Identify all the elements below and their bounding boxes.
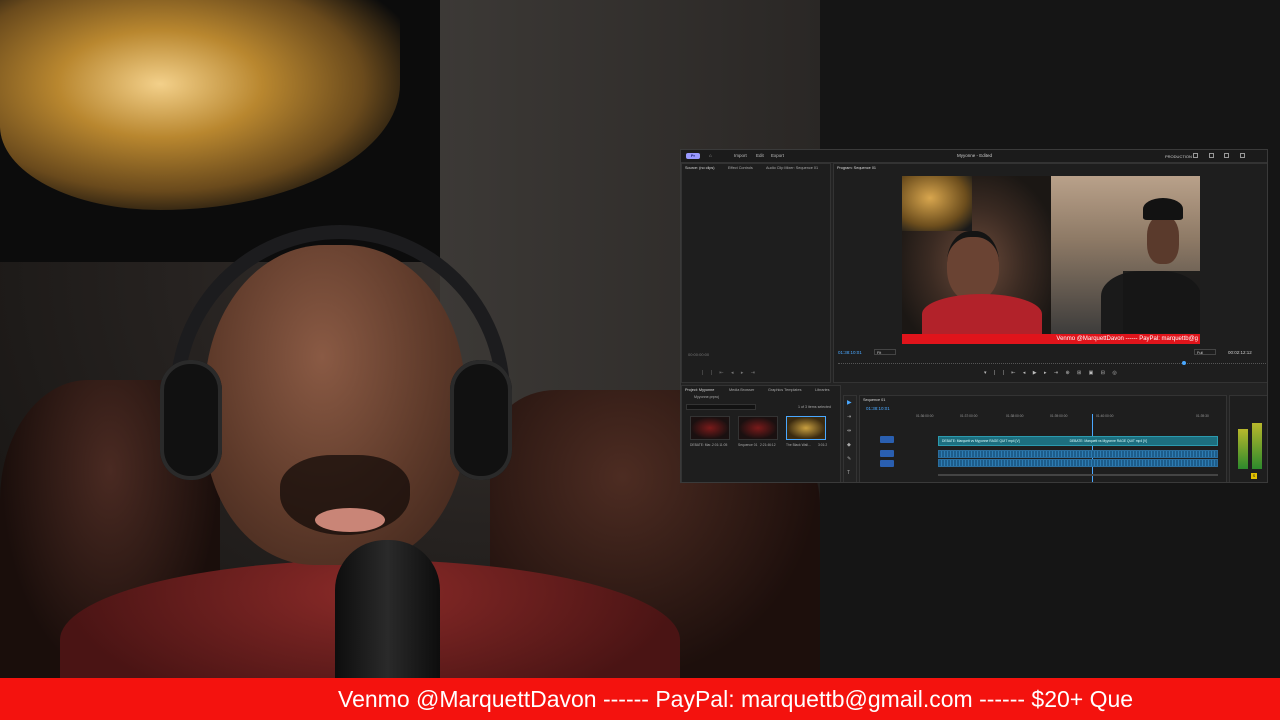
premiere-logo-icon[interactable]: Pr	[686, 153, 700, 159]
project-item-duration: 2:21:46:12	[760, 443, 776, 447]
solo-button[interactable]: S	[1251, 473, 1257, 479]
mouth	[315, 508, 385, 532]
app-title-bar: Pr ⌂ Import Edit Export Myyonne - Edited…	[681, 150, 1267, 163]
tab-media-browser[interactable]: Media Browser	[729, 388, 754, 392]
source-timecode[interactable]: 00:00:00:00	[688, 352, 709, 357]
fit-dropdown[interactable]: Fit	[874, 349, 896, 355]
program-monitor[interactable]: Program: Sequence 01 Venmo @MarquettDavo…	[833, 163, 1267, 383]
clip-label: DEBATE: Marquett vs Myyonne RAGE QUIT mp…	[942, 439, 1020, 443]
video-left-person	[947, 231, 999, 301]
project-file-name: Myyonne.prproj	[694, 395, 719, 399]
video-left-painting	[902, 176, 972, 231]
tab-program[interactable]: Program: Sequence 01	[837, 166, 876, 170]
ruler-label: 01:39:00:00	[1050, 414, 1068, 418]
tab-effect-controls[interactable]: Effect Controls	[728, 166, 753, 170]
tab-graphics-templates[interactable]: Graphics Templates	[768, 388, 801, 392]
tab-project[interactable]: Project: Myyonne	[685, 388, 714, 392]
nav-import[interactable]: Import	[734, 153, 747, 158]
razor-tool-icon[interactable]: ◆	[847, 442, 851, 448]
panel-layout-icon[interactable]	[1193, 153, 1198, 158]
microphone	[335, 540, 440, 680]
ruler-label: 01:38:00:00	[1006, 414, 1024, 418]
program-transport-controls[interactable]: ▾ | | ⇤ ◂ ▶ ▸ ⇥ ⊕ ⊞ ▣ ⊟ ◎	[984, 370, 1120, 376]
quality-dropdown[interactable]: Full	[1194, 349, 1216, 355]
source-transport-controls[interactable]: | | ⇤ ◂ ▸ ⇥	[702, 370, 758, 376]
menu-icon[interactable]	[1224, 153, 1229, 158]
tab-audio-clip-mixer[interactable]: Audio Clip Mixer: Sequence 01	[766, 166, 818, 170]
project-panel[interactable]: Project: Myyonne Media Browser Graphics …	[681, 385, 841, 482]
premiere-pro-window[interactable]: Pr ⌂ Import Edit Export Myyonne - Edited…	[680, 149, 1268, 483]
clip-label: DEBATE: Marquett vs Myyonne RAGE QUIT mp…	[1069, 439, 1148, 443]
track-a2-toggle[interactable]	[880, 460, 894, 467]
tab-source[interactable]: Source: (no clips)	[685, 166, 715, 170]
video-right-chat-overlay	[1123, 271, 1200, 333]
project-item-thumb[interactable]	[738, 416, 778, 440]
headphone-cup-right	[450, 360, 512, 480]
headphone-cup-left	[160, 360, 222, 480]
workspace-label[interactable]: PRODUCTION	[1165, 154, 1192, 159]
video-left-shirt	[922, 294, 1042, 334]
video-right-feed	[1051, 176, 1200, 334]
program-playhead[interactable]	[1182, 361, 1186, 365]
project-search-input[interactable]	[686, 404, 756, 410]
video-right-person	[1147, 216, 1179, 264]
track-a1-toggle[interactable]	[880, 450, 894, 457]
project-item-name: Sequence 01	[738, 443, 758, 447]
window-title: Myyonne - Edited	[957, 153, 993, 158]
selection-tool-icon[interactable]: ▶	[847, 399, 852, 406]
program-video-frame: Venmo @MarquettDavon ------ PayPal: marq…	[902, 176, 1200, 344]
video-clip[interactable]: DEBATE: Marquett vs Myyonne RAGE QUIT mp…	[938, 436, 1218, 446]
program-duration: 00:02:12:12	[1228, 350, 1252, 355]
meter-left	[1238, 429, 1248, 469]
timeline-panel[interactable]: Sequence 01 01:38:10:01 01:36:00:00 01:3…	[859, 395, 1227, 482]
ruler-label: 01:40:00:00	[1096, 414, 1114, 418]
timeline-playhead[interactable]	[1092, 414, 1093, 482]
track-v1-toggle[interactable]	[880, 436, 894, 443]
nav-edit[interactable]: Edit	[756, 153, 764, 158]
type-tool-icon[interactable]: T	[847, 470, 850, 476]
track-select-icon[interactable]: ⇥	[847, 414, 851, 420]
project-item-thumb[interactable]	[690, 416, 730, 440]
nav-export[interactable]: Export	[771, 153, 784, 158]
project-item-name: The Black Wall...	[786, 443, 811, 447]
project-item-thumb-selected[interactable]	[786, 416, 826, 440]
project-item-duration: 3:01:2	[818, 443, 828, 447]
audio-clip-a1[interactable]	[938, 450, 1218, 458]
pen-tool-icon[interactable]: ✎	[847, 456, 851, 462]
video-ticker: Venmo @MarquettDavon ------ PayPal: marq…	[902, 334, 1200, 344]
source-panel[interactable]: Source: (no clips) Effect Controls Audio…	[681, 163, 831, 383]
ruler-label: 01:39:30	[1196, 414, 1209, 418]
video-right-cap	[1143, 198, 1183, 220]
ruler-label: 01:36:00:00	[916, 414, 934, 418]
program-scrub-bar[interactable]	[838, 363, 1266, 368]
tab-libraries[interactable]: Libraries	[815, 388, 830, 392]
fullscreen-icon[interactable]	[1240, 153, 1245, 158]
tab-sequence[interactable]: Sequence 01	[863, 398, 885, 402]
home-icon[interactable]: ⌂	[709, 153, 712, 158]
share-icon[interactable]	[1209, 153, 1214, 158]
audio-meter: S	[1229, 395, 1267, 482]
tools-panel[interactable]: ▶ ⇥ ⇹ ◆ ✎ T	[843, 395, 857, 482]
meter-right	[1252, 423, 1262, 469]
selection-count: 1 of 3 items selected	[798, 405, 831, 409]
donation-ticker: Venmo @MarquettDavon ------ PayPal: marq…	[0, 678, 1280, 720]
project-item-duration: 2:01:11:05	[712, 443, 728, 447]
audio-clip-a2[interactable]	[938, 459, 1218, 467]
ripple-edit-icon[interactable]: ⇹	[847, 428, 851, 434]
sequence-timecode[interactable]: 01:38:10:01	[866, 406, 890, 411]
video-left-feed	[902, 176, 1051, 334]
ticker-text: Venmo @MarquettDavon ------ PayPal: marq…	[338, 686, 1134, 712]
timeline-scrollbar[interactable]	[938, 474, 1218, 476]
project-item-name: DEBATE: Mar...	[690, 443, 714, 447]
program-timecode[interactable]: 01:38:10:01	[838, 350, 862, 355]
ruler-label: 01:37:00:00	[960, 414, 978, 418]
